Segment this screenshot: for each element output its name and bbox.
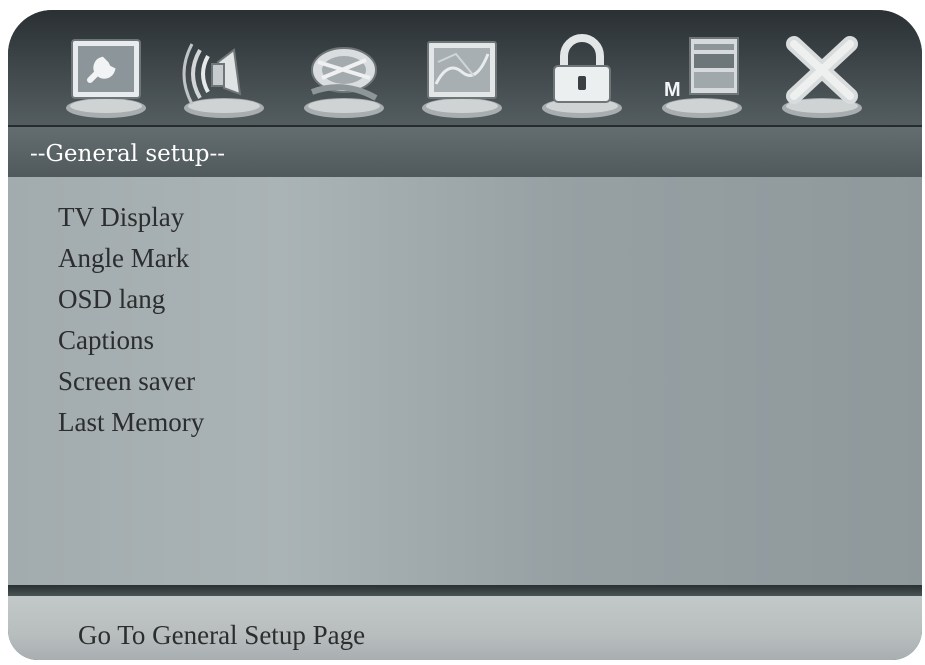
- video-setup-icon[interactable]: [298, 32, 390, 122]
- menu-item-captions[interactable]: Captions: [58, 320, 204, 361]
- menu-item-tv-display[interactable]: TV Display: [58, 197, 204, 238]
- audio-setup-icon[interactable]: [178, 32, 270, 122]
- menu-item-angle-mark[interactable]: Angle Mark: [58, 238, 204, 279]
- menu-item-last-memory[interactable]: Last Memory: [58, 402, 204, 443]
- status-bar: Go To General Setup Page: [8, 596, 922, 660]
- section-title-bar: --General setup--: [8, 125, 922, 179]
- status-divider: [8, 585, 922, 596]
- settings-list: TV Display Angle Mark OSD lang Captions …: [58, 197, 204, 443]
- setup-menu-window: M --General setup-- TV Display Angle Mar…: [8, 10, 922, 660]
- svg-text:M: M: [664, 79, 681, 101]
- media-setup-icon[interactable]: M: [656, 32, 748, 122]
- exit-icon[interactable]: [776, 32, 868, 122]
- status-text: Go To General Setup Page: [78, 620, 366, 650]
- preference-icon[interactable]: [416, 32, 508, 122]
- page-title: --General setup--: [30, 141, 226, 167]
- menu-item-osd-lang[interactable]: OSD lang: [58, 279, 204, 320]
- menu-item-screen-saver[interactable]: Screen saver: [58, 361, 204, 402]
- menu-panel: TV Display Angle Mark OSD lang Captions …: [8, 177, 922, 585]
- setup-toolbar: M: [8, 10, 922, 125]
- password-lock-icon[interactable]: [536, 32, 628, 122]
- general-setup-icon[interactable]: [60, 32, 152, 122]
